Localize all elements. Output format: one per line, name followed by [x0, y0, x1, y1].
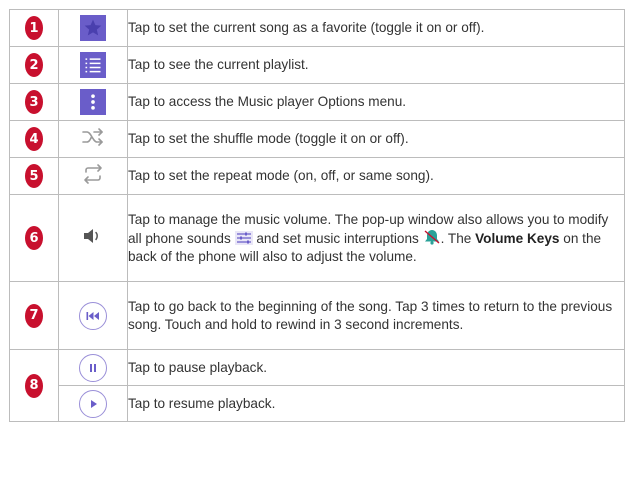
table-row: 3 Tap to access the Music player Options… — [9, 83, 625, 121]
repeat-icon — [81, 163, 105, 185]
volume-icon — [82, 227, 104, 245]
row-number-badge: 6 — [25, 226, 43, 250]
row-number-badge: 8 — [25, 373, 43, 398]
table-row: 2 Tap to see the current playlist. — [9, 46, 625, 84]
table-row: 6 Tap to manage the music volume. The po… — [9, 194, 625, 282]
row-number-badge: 7 — [25, 303, 43, 328]
table-row: 4 Tap to set the shuffle mode (toggle it… — [9, 120, 625, 158]
table-row: Tap to resume playback. — [10, 385, 625, 422]
row-description: Tap to access the Music player Options m… — [127, 83, 625, 121]
row-number-badge: 5 — [25, 164, 43, 188]
shuffle-icon — [81, 126, 105, 148]
row-description: Tap to manage the music volume. The pop-… — [127, 194, 625, 282]
row-number-badge: 4 — [25, 127, 43, 151]
row-number-badge: 1 — [25, 16, 43, 40]
equalizer-icon — [234, 230, 253, 245]
playlist-icon — [80, 52, 106, 78]
row-description: Tap to pause playback. — [127, 349, 625, 386]
table-row: 1 Tap to set the current song as a favor… — [9, 9, 625, 47]
row-number-badge: 2 — [25, 53, 43, 77]
interruptions-bell-icon — [423, 229, 441, 245]
row-description: Tap to set the repeat mode (on, off, or … — [127, 157, 625, 195]
more-options-icon — [80, 89, 106, 115]
row-number-badge: 3 — [25, 90, 43, 114]
rewind-icon — [79, 301, 107, 330]
table-row: 8 Tap to pause playback. — [9, 349, 625, 422]
table-row: 7 Tap to go back to the beginning of the… — [9, 281, 625, 350]
row-description: Tap to see the current playlist. — [127, 46, 625, 84]
row-description: Tap to set the current song as a favorit… — [127, 9, 625, 47]
table-row: 5 Tap to set the repeat mode (on, off, o… — [9, 157, 625, 195]
pause-icon — [79, 353, 107, 382]
play-icon — [79, 389, 107, 418]
row-description: Tap to set the shuffle mode (toggle it o… — [127, 120, 625, 158]
music-player-controls-table: 1 Tap to set the current song as a favor… — [9, 9, 625, 422]
row-description: Tap to resume playback. — [127, 385, 625, 422]
star-icon — [80, 15, 106, 41]
row-description: Tap to go back to the beginning of the s… — [127, 281, 625, 350]
